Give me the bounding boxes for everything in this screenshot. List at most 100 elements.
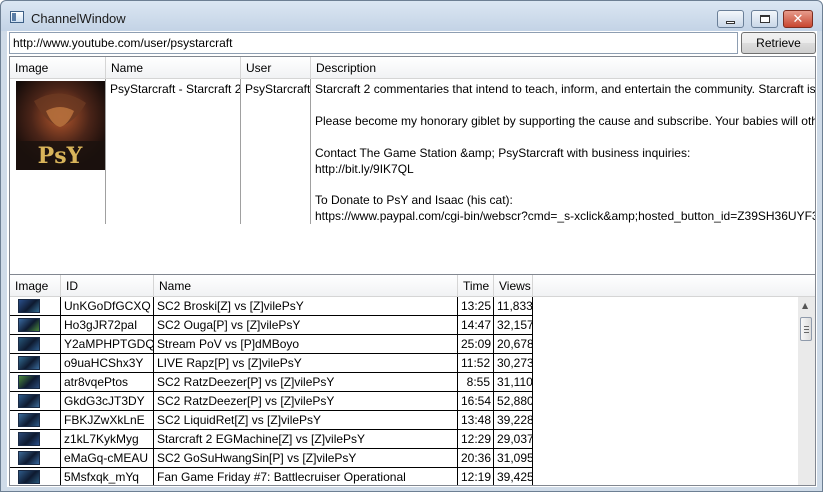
video-name-cell: Starcraft 2 EGMachine[Z] vs [Z]vilePsY xyxy=(154,430,458,449)
video-time-cell: 12:29 xyxy=(458,430,494,449)
video-row[interactable]: o9uaHCShx3Y LIVE Rapz[P] vs [Z]vilePsY 11:… xyxy=(10,354,533,373)
vertical-scroll-thumb[interactable] xyxy=(800,317,812,341)
column-header-filler xyxy=(533,275,815,297)
maximize-button[interactable] xyxy=(751,10,778,28)
close-button[interactable]: ✕ xyxy=(783,10,813,28)
video-row[interactable]: Ho3gJR72paI SC2 Ouga[P] vs [Z]vilePsY 14:4… xyxy=(10,316,533,335)
description-line: https://www.paypal.com/cgi-bin/webscr?cm… xyxy=(315,209,816,223)
channel-image-cell: PsY xyxy=(10,79,106,224)
channel-url-input[interactable] xyxy=(9,32,738,54)
minimize-button[interactable] xyxy=(717,10,744,28)
video-views-cell: 52,880 xyxy=(494,392,533,411)
video-row[interactable]: UnKGoDfGCXQ SC2 Broski[Z] vs [Z]vilePsY 13… xyxy=(10,297,533,316)
video-row[interactable]: GkdG3cJT3DY SC2 RatzDeezer[P] vs [Z]vileP… xyxy=(10,392,533,411)
video-name-cell: SC2 LiquidRet[Z] vs [Z]vilePsY xyxy=(154,411,458,430)
scroll-up-icon[interactable]: ▲ xyxy=(802,301,808,310)
video-row[interactable]: Y2aMPHPTGDQ Stream PoV vs [P]dMBoyo 25:09 2… xyxy=(10,335,533,354)
description-line: Please become my honorary giblet by supp… xyxy=(315,114,816,128)
column-header-user[interactable]: User xyxy=(241,57,311,79)
video-id-cell: Ho3gJR72paI xyxy=(61,316,154,335)
video-time-cell: 11:52 xyxy=(458,354,494,373)
video-views-cell: 11,833 xyxy=(494,297,533,316)
video-thumbnail-image xyxy=(18,451,40,465)
client-area: Retrieve Image Name User Description xyxy=(7,31,817,487)
video-row[interactable]: eMaGq-cMEAU SC2 GoSuHwangSin[P] vs [Z]vil… xyxy=(10,449,533,468)
column-header-image[interactable]: Image xyxy=(10,275,61,297)
video-name-cell: Stream PoV vs [P]dMBoyo xyxy=(154,335,458,354)
video-thumbnail-image xyxy=(18,375,40,389)
video-time-cell: 20:36 xyxy=(458,449,494,468)
column-header-id[interactable]: ID xyxy=(61,275,154,297)
video-thumbnail-cell xyxy=(10,392,61,411)
video-row[interactable]: 5Msfxqk_mYq Fan Game Friday #7: Battlecru… xyxy=(10,468,533,485)
video-row[interactable]: FBKJZwXkLnE SC2 LiquidRet[Z] vs [Z]vilePs… xyxy=(10,411,533,430)
video-name-cell: SC2 RatzDeezer[P] vs [Z]vilePsY xyxy=(154,392,458,411)
channel-description-cell: Starcraft 2 commentaries that intend to … xyxy=(311,79,816,224)
video-thumbnail-image xyxy=(18,356,40,370)
column-header-image[interactable]: Image xyxy=(10,57,106,79)
video-name-cell: LIVE Rapz[P] vs [Z]vilePsY xyxy=(154,354,458,373)
video-id-cell: Y2aMPHPTGDQ xyxy=(61,335,154,354)
video-thumbnail-cell xyxy=(10,430,61,449)
column-header-name[interactable]: Name xyxy=(154,275,458,297)
video-thumbnail-cell xyxy=(10,373,61,392)
video-thumbnail-image xyxy=(18,470,40,484)
window-title: ChannelWindow xyxy=(31,11,126,26)
video-id-cell: o9uaHCShx3Y xyxy=(61,354,154,373)
video-thumbnail-cell xyxy=(10,354,61,373)
channel-user-cell: PsyStarcraft xyxy=(241,79,311,224)
video-name-cell: SC2 Ouga[P] vs [Z]vilePsY xyxy=(154,316,458,335)
column-header-views[interactable]: Views xyxy=(494,275,533,297)
minimize-icon xyxy=(726,20,735,24)
video-id-cell: UnKGoDfGCXQ xyxy=(61,297,154,316)
video-thumbnail-cell xyxy=(10,449,61,468)
channel-window: ChannelWindow ✕ Retrieve Image Name User… xyxy=(0,0,823,492)
description-line: Starcraft 2 commentaries that intend to … xyxy=(315,82,816,96)
close-icon: ✕ xyxy=(792,11,804,27)
grip-icon xyxy=(804,326,809,333)
channel-avatar-image: PsY xyxy=(16,81,105,170)
video-thumbnail-image xyxy=(18,413,40,427)
video-thumbnail-image xyxy=(18,337,40,351)
video-id-cell: eMaGq-cMEAU xyxy=(61,449,154,468)
video-name-cell: SC2 GoSuHwangSin[P] vs [Z]vilePsY xyxy=(154,449,458,468)
video-thumbnail-image xyxy=(18,432,40,446)
video-name-cell: SC2 Broski[Z] vs [Z]vilePsY xyxy=(154,297,458,316)
video-thumbnail-cell xyxy=(10,316,61,335)
maximize-icon xyxy=(759,15,770,23)
video-views-cell: 39,425 xyxy=(494,468,533,485)
video-name-cell: Fan Game Friday #7: Battlecruiser Operat… xyxy=(154,468,458,485)
video-views-cell: 39,228 xyxy=(494,411,533,430)
video-id-cell: 5Msfxqk_mYq xyxy=(61,468,154,485)
video-grid: Image ID Name Time Views UnKGoDfGCXQ SC2 … xyxy=(9,274,816,486)
title-bar[interactable]: ChannelWindow ✕ xyxy=(1,1,822,31)
video-name-cell: SC2 RatzDeezer[P] vs [Z]vilePsY xyxy=(154,373,458,392)
column-header-name[interactable]: Name xyxy=(106,57,241,79)
video-time-cell: 25:09 xyxy=(458,335,494,354)
video-id-cell: atr8vqePtos xyxy=(61,373,154,392)
video-time-cell: 13:48 xyxy=(458,411,494,430)
video-time-cell: 13:25 xyxy=(458,297,494,316)
retrieve-button[interactable]: Retrieve xyxy=(741,32,816,54)
video-views-cell: 31,110 xyxy=(494,373,533,392)
column-header-description[interactable]: Description xyxy=(311,57,815,79)
column-header-time[interactable]: Time xyxy=(458,275,494,297)
video-time-cell: 14:47 xyxy=(458,316,494,335)
video-row[interactable]: atr8vqePtos SC2 RatzDeezer[P] vs [Z]vileP… xyxy=(10,373,533,392)
video-views-cell: 32,157 xyxy=(494,316,533,335)
video-time-cell: 16:54 xyxy=(458,392,494,411)
vertical-scrollbar[interactable]: ▲ xyxy=(798,297,815,485)
video-thumbnail-image xyxy=(18,299,40,313)
video-id-cell: FBKJZwXkLnE xyxy=(61,411,154,430)
video-thumbnail-image xyxy=(18,394,40,408)
svg-text:PsY: PsY xyxy=(38,143,83,169)
description-line: To Donate to PsY and Isaac (his cat): xyxy=(315,193,513,207)
video-id-cell: GkdG3cJT3DY xyxy=(61,392,154,411)
video-thumbnail-cell xyxy=(10,297,61,316)
video-row[interactable]: z1kL7KykMyg Starcraft 2 EGMachine[Z] vs [… xyxy=(10,430,533,449)
video-thumbnail-image xyxy=(18,318,40,332)
channel-grid: Image Name User Description PsY PsyStarc… xyxy=(9,56,816,292)
video-thumbnail-cell xyxy=(10,411,61,430)
video-views-cell: 29,037 xyxy=(494,430,533,449)
video-time-cell: 12:19 xyxy=(458,468,494,485)
